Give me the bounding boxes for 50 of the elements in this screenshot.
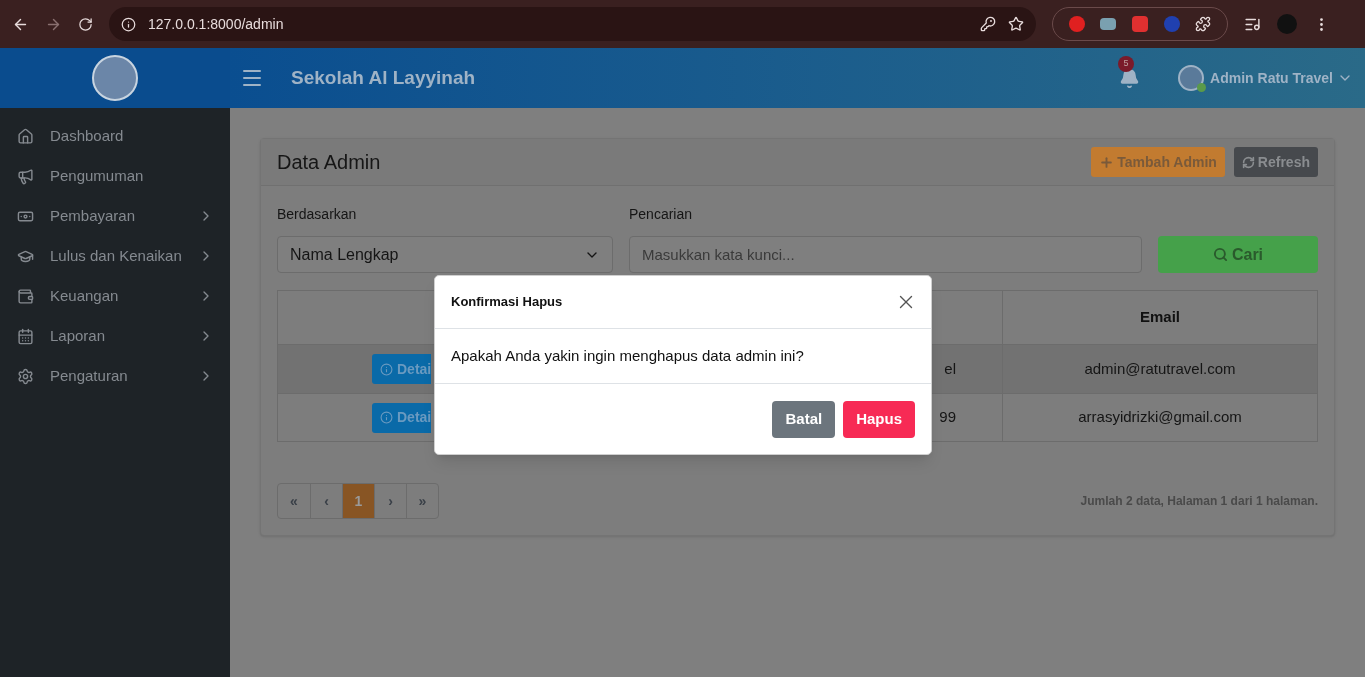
sidebar-item[interactable]: Dashboard [0,116,230,156]
card-title: Data Admin [277,150,382,175]
dialog-message: Apakah Anda yakin ingin menghapus data admin ini? [451,345,804,366]
megaphone-icon [17,167,34,185]
search-button[interactable]: Cari [1158,236,1318,273]
sidebar-item[interactable]: Laporan [0,316,230,356]
delete-button[interactable]: Hapus [843,400,915,438]
plus-icon [1099,154,1115,170]
page-link[interactable]: 1 [342,484,374,518]
settings-icon [17,367,34,385]
calendar-icon [17,327,34,345]
sidebar-item[interactable]: Pengaturan [0,356,230,396]
search-field[interactable]: Masukkan kata kunci... [629,236,1142,273]
refresh-button[interactable]: Refresh [1233,147,1318,177]
filter-select[interactable]: Nama Lengkap [277,236,613,273]
table-cell-text: el [944,358,956,379]
table-cell-text: admin@ratutravel.com [1084,358,1236,379]
dialog-title: Konfirmasi Hapus [451,293,563,312]
address-bar[interactable]: 127.0.0.1:8000/admin [109,7,1036,41]
column-header: Email [1139,307,1181,328]
home-icon [17,127,34,145]
bell-icon[interactable] [1119,67,1141,89]
sidebar-item[interactable]: Keuangan [0,276,230,316]
sidebar-item[interactable]: Lulus dan Kenaikan [0,236,230,276]
key-icon[interactable] [980,16,996,32]
search-icon [1212,247,1228,262]
sidebar-item[interactable]: Pembayaran [0,196,230,236]
url-text: 127.0.0.1:8000/admin [148,14,285,34]
app-title: Sekolah Al Layyinah [291,65,477,90]
page-link[interactable]: « [278,484,310,518]
table-cell-text: arrasyidrizki@gmail.com [1078,407,1242,428]
site-info-icon[interactable] [121,16,136,32]
school-logo [92,55,138,101]
reload-icon[interactable] [78,16,93,32]
filter-label: Berdasarkan [277,205,358,224]
page-link[interactable]: › [374,484,406,518]
info-icon [380,362,393,376]
notification-badge: 5 [1118,55,1135,72]
user-name[interactable]: Admin Ratu Travel [1210,67,1333,89]
sidebar-item[interactable]: Pengumuman [0,156,230,196]
refresh-icon [1241,155,1255,169]
table-cell-text: 99 [939,407,956,428]
bookmark-star-icon[interactable] [1008,16,1024,32]
search-label: Pencarian [629,205,694,224]
puzzle-icon[interactable] [1195,16,1212,32]
info-icon [380,411,393,424]
cancel-button[interactable]: Batal [772,400,836,438]
page-link[interactable]: » [406,484,438,518]
wallet-icon [17,287,34,305]
user-avatar[interactable] [1178,65,1205,91]
